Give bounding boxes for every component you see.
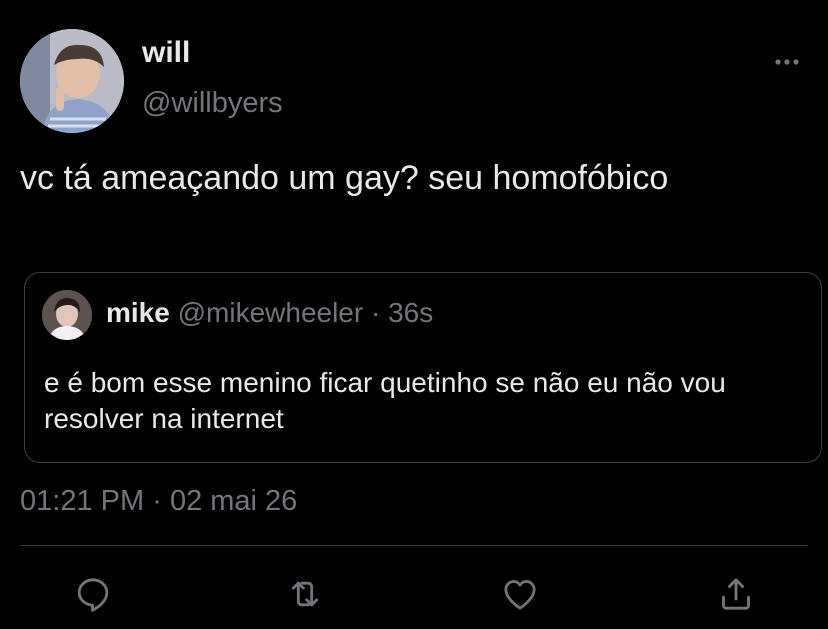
author-avatar[interactable] — [20, 29, 124, 133]
author-display-name[interactable]: will — [142, 36, 190, 70]
quoted-tweet-header: mike @mikewheeler · 36s — [106, 297, 433, 329]
tweet-date[interactable]: 02 mai 26 — [170, 485, 297, 517]
author-handle[interactable]: @willbyers — [142, 87, 283, 120]
tweet-time[interactable]: 01:21 PM — [20, 485, 144, 517]
tweet-body-text: vc tá ameaçando um gay? seu homofóbico — [20, 159, 669, 197]
action-divider — [20, 545, 808, 546]
tweet-meta-separator: · — [152, 485, 162, 517]
quoted-separator: · — [371, 297, 381, 328]
quoted-author-avatar[interactable] — [42, 290, 92, 340]
author-avatar-image — [20, 29, 124, 133]
tweet-metadata: 01:21 PM · 02 mai 26 — [20, 485, 297, 518]
reply-icon[interactable] — [73, 574, 113, 614]
quoted-tweet-text: e é bom esse menino ficar quetinho se nã… — [44, 367, 726, 434]
quoted-timestamp[interactable]: 36s — [388, 297, 433, 328]
quoted-author-avatar-image — [42, 290, 92, 340]
quoted-tweet-card[interactable]: mike @mikewheeler · 36s e é bom esse men… — [24, 272, 822, 463]
retweet-icon[interactable] — [285, 574, 325, 614]
quoted-author-name[interactable]: mike — [106, 297, 170, 328]
like-heart-icon[interactable] — [500, 574, 540, 614]
quoted-author-handle[interactable]: @mikewheeler — [178, 297, 364, 328]
share-icon[interactable] — [716, 574, 756, 614]
more-horizontal-icon[interactable] — [773, 54, 801, 70]
